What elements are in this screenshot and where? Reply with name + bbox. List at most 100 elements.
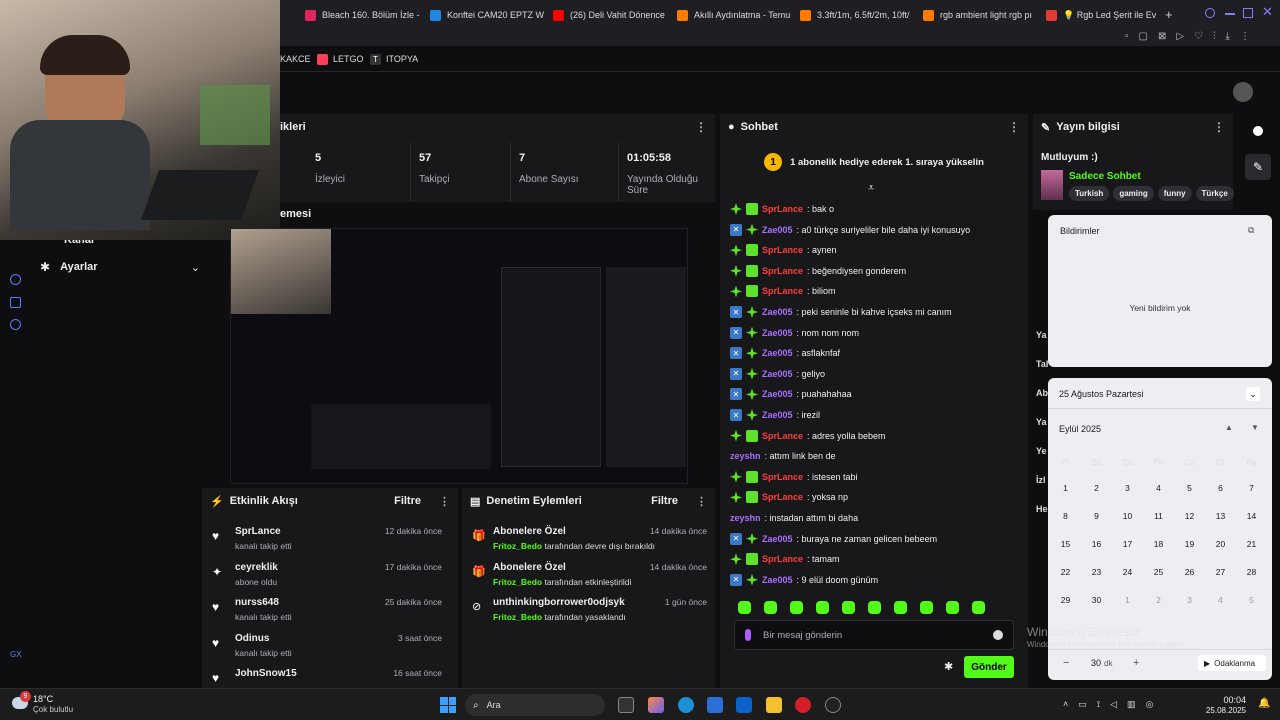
calendar-month[interactable]: Eylül 2025 (1059, 424, 1101, 434)
system-tray-icons[interactable]: ˄▭⟟◁▥◎ (1063, 699, 1163, 710)
calendar-day[interactable]: 5 (1174, 474, 1205, 502)
maximize-icon[interactable] (1243, 8, 1253, 18)
store-icon[interactable] (707, 697, 723, 713)
chat-message[interactable]: ✕ Zae005: nom nom nom (730, 323, 859, 343)
browser-tab[interactable]: (26) Deli Vahit Dönence (553, 0, 671, 30)
chat-username[interactable]: Zae005 (762, 307, 793, 317)
calendar-day[interactable]: 1 (1050, 474, 1081, 502)
start-icon[interactable] (440, 697, 456, 713)
emote-icon[interactable] (894, 601, 907, 614)
activity-username[interactable]: JohnSnow15 (235, 668, 297, 679)
clock-time[interactable]: 00:04 (1216, 695, 1246, 705)
calendar-day[interactable]: 11 (1143, 502, 1174, 530)
chat-input[interactable]: Bir mesaj gönderin (734, 620, 1014, 650)
chat-message[interactable]: SprLance: istesen tabi (730, 467, 858, 487)
chat-message[interactable]: SprLance: adres yolla bebem (730, 426, 886, 446)
activity-item[interactable]: ♥ Odinus kanalı takip etti 3 saat önce (202, 630, 452, 665)
calendar-day[interactable]: 9 (1081, 502, 1112, 530)
calendar-day[interactable]: 2 (1081, 474, 1112, 502)
calendar-day[interactable]: 13 (1205, 502, 1236, 530)
chat-username[interactable]: Zae005 (762, 389, 793, 399)
emote-icon[interactable] (972, 601, 985, 614)
browser-actions-icons[interactable]: ▫▢⊠▷♡⫶⤓⋮ (1125, 31, 1260, 42)
calendar-day[interactable]: 23 (1081, 558, 1112, 586)
copilot-icon[interactable] (648, 697, 664, 713)
calendar-day[interactable]: 15 (1050, 530, 1081, 558)
emote-icon[interactable] (738, 601, 751, 614)
activity-item[interactable]: ✦ ceyreklik abone oldu 17 dakika önce (202, 559, 452, 594)
calendar-day[interactable]: 24 (1112, 558, 1143, 586)
bookmark-letgo[interactable]: LETGO (317, 46, 364, 72)
activity-item[interactable]: ♥ nurss648 kanalı takip etti 25 dakika önce (202, 594, 452, 629)
edge-icon[interactable] (678, 697, 694, 713)
activity-item[interactable]: ♥ JohnSnow15 16 saat önce (202, 665, 452, 688)
calendar-day[interactable]: 19 (1174, 530, 1205, 558)
calendar-day[interactable]: 8 (1050, 502, 1081, 530)
activity-filter-button[interactable]: Filtre (394, 495, 421, 507)
moderator-name[interactable]: Fritoz_Bedo (493, 577, 542, 587)
next-month-icon[interactable]: ▼ (1251, 423, 1259, 432)
calendar-day[interactable]: 18 (1143, 530, 1174, 558)
emote-icon[interactable] (816, 601, 829, 614)
stream-tag[interactable]: Türkçe (1195, 186, 1234, 201)
avatar[interactable] (1233, 82, 1253, 102)
emote-icon[interactable] (790, 601, 803, 614)
calendar-day[interactable]: 2 (1143, 586, 1174, 614)
focus-decrease-button[interactable]: − (1063, 657, 1069, 669)
gift-banner[interactable]: 1 1 abonelik hediye ederek 1. sıraya yük… (720, 144, 1028, 180)
edit-icon[interactable]: ✎ (1245, 154, 1271, 180)
stats-menu-icon[interactable]: ⋮ (695, 120, 707, 134)
focus-increase-button[interactable]: + (1133, 657, 1139, 669)
chat-message[interactable]: ✕ Zae005: peki seninle bi kahve içseks mi… (730, 302, 952, 322)
activity-item[interactable]: ♥ SprLance kanalı takip etti 12 dakika önce (202, 523, 452, 558)
activity-menu-icon[interactable]: ⋮ (439, 495, 450, 508)
chat-message[interactable]: ✕ Zae005: asflaknfaf (730, 343, 840, 363)
focus-button[interactable]: ▶ Odaklanma (1198, 655, 1266, 671)
calendar-day[interactable]: 7 (1236, 474, 1267, 502)
calendar-day[interactable]: 16 (1081, 530, 1112, 558)
activity-username[interactable]: ceyreklik (235, 562, 278, 573)
notification-settings-icon[interactable]: ⧉ (1248, 225, 1254, 236)
browser-tab[interactable]: 3.3ft/1m, 6.5ft/2m, 10ft/ (800, 0, 918, 30)
chat-username[interactable]: Zae005 (762, 534, 793, 544)
chat-username[interactable]: SprLance (762, 286, 803, 296)
send-button[interactable]: Gönder (964, 656, 1014, 678)
chat-username[interactable]: zeyshn (730, 513, 761, 523)
chat-menu-icon[interactable]: ⋮ (1008, 120, 1020, 134)
moderation-item[interactable]: 🎁 Abonelere Özel Fritoz_Bedo tarafından de… (462, 523, 715, 558)
moderation-item[interactable]: ⊘ unthinkingborrower0odjsyk Fritoz_Bedo ta… (462, 594, 715, 629)
calendar-day[interactable]: 3 (1112, 474, 1143, 502)
chat-username[interactable]: SprLance (762, 554, 803, 564)
sidebar-item-settings[interactable]: ✱ Ayarlar ⌄ (40, 258, 200, 276)
chat-username[interactable]: zeyshn (730, 451, 761, 461)
chat-settings-icon[interactable]: ✱ (944, 660, 953, 673)
chat-message[interactable]: ✕ Zae005: puahahahaa (730, 384, 852, 404)
search-icon[interactable] (1205, 8, 1215, 18)
chat-message[interactable]: SprLance: aynen (730, 240, 837, 260)
task-view-icon[interactable] (618, 697, 634, 713)
opera-gx-icon[interactable] (795, 697, 811, 713)
file-explorer-icon[interactable] (766, 697, 782, 713)
calendar-day[interactable]: 14 (1236, 502, 1267, 530)
bookmark-itopya[interactable]: T ITOPYA (370, 46, 418, 72)
chat-username[interactable]: Zae005 (762, 348, 793, 358)
calendar-day[interactable]: 22 (1050, 558, 1081, 586)
chat-username[interactable]: SprLance (762, 266, 803, 276)
chat-message[interactable]: ✕ Zae005: a0 türkçe suriyeliler bile daha… (730, 220, 970, 240)
bookmark-kakce[interactable]: KAKCE (280, 46, 311, 72)
close-icon[interactable]: ✕ (1262, 4, 1273, 20)
calendar-day[interactable]: 25 (1143, 558, 1174, 586)
collapse-icon[interactable]: ⌄ (1246, 387, 1260, 401)
chat-username[interactable]: SprLance (762, 472, 803, 482)
chat-message[interactable]: SprLance: beğendiysen gonderem (730, 261, 906, 281)
chat-username[interactable]: SprLance (762, 204, 803, 214)
activity-username[interactable]: SprLance (235, 526, 281, 537)
calendar-day[interactable]: 5 (1236, 586, 1267, 614)
focus-minutes[interactable]: 30 (1091, 658, 1101, 668)
browser-tab[interactable]: rgb ambient light rgb pı (923, 0, 1041, 30)
new-tab-button[interactable]: + (1165, 7, 1173, 22)
chevron-down-icon[interactable]: ⩡ (868, 182, 874, 195)
activity-username[interactable]: Odinus (235, 633, 269, 644)
calendar-day[interactable]: 3 (1174, 586, 1205, 614)
prev-month-icon[interactable]: ▲ (1225, 423, 1233, 432)
